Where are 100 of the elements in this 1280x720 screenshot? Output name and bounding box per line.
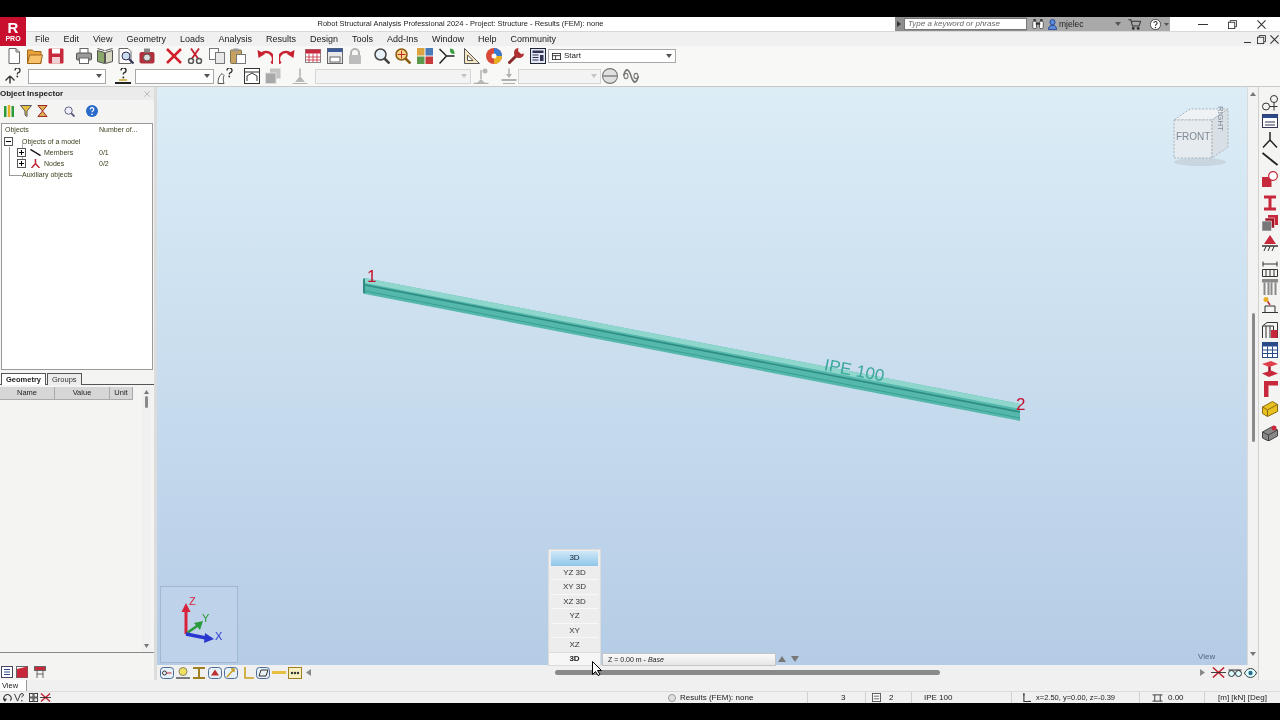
- window-frame-icon[interactable]: [244, 68, 260, 84]
- cross-tool-icon[interactable]: [1211, 667, 1226, 678]
- layout-window-icon[interactable]: [530, 48, 546, 64]
- underline-query-icon[interactable]: [115, 68, 131, 84]
- restore-icon[interactable]: [1257, 34, 1266, 44]
- printer-icon[interactable]: [76, 48, 92, 64]
- minimize-icon[interactable]: [1244, 41, 1251, 43]
- restore-icon[interactable]: [1228, 19, 1237, 29]
- up-arrow-icon[interactable]: [1250, 92, 1256, 96]
- i-beam-icon[interactable]: [1261, 195, 1278, 211]
- search-icon[interactable]: [64, 105, 75, 117]
- expander-plus-icon[interactable]: [17, 148, 26, 157]
- menu-item[interactable]: Loads: [172, 32, 212, 46]
- zoom-icon[interactable]: [374, 48, 390, 64]
- numbering-icon[interactable]: [288, 666, 302, 679]
- layout-dropdown[interactable]: Start: [548, 49, 676, 63]
- zoom-window-icon[interactable]: [395, 48, 411, 64]
- shapes-icon[interactable]: [1261, 171, 1278, 187]
- load-icon[interactable]: [1261, 297, 1278, 313]
- menu-item[interactable]: File: [28, 32, 57, 46]
- connection-block-icon[interactable]: [1261, 425, 1278, 441]
- view-menu-item[interactable]: YZ 3D: [551, 565, 598, 580]
- section-icon[interactable]: [192, 666, 206, 679]
- rotate-icon[interactable]: [3, 693, 12, 702]
- dimension-icon[interactable]: [1261, 261, 1278, 277]
- minimize-icon[interactable]: [1198, 23, 1208, 25]
- redo-icon[interactable]: [279, 48, 295, 64]
- panel-outline-icon[interactable]: [256, 666, 270, 679]
- menu-item[interactable]: Add-Ins: [380, 32, 426, 46]
- tiles-grid-icon[interactable]: [417, 48, 433, 64]
- cart-icon[interactable]: [1128, 18, 1141, 30]
- cross-cut-icon[interactable]: [40, 693, 51, 702]
- delete-icon[interactable]: [166, 48, 182, 64]
- view-menu-item[interactable]: 3D: [551, 551, 598, 566]
- right-arrow-icon[interactable]: [1200, 669, 1205, 676]
- angle-section-icon[interactable]: [1261, 381, 1278, 397]
- print-preview-icon[interactable]: [118, 48, 134, 64]
- structure-query-icon[interactable]: [5, 68, 21, 84]
- eye-icon[interactable]: [1244, 667, 1257, 678]
- stand-icon[interactable]: [34, 665, 46, 678]
- stacked-panels-icon[interactable]: [1261, 215, 1278, 231]
- scrollbar-thumb[interactable]: [1251, 313, 1255, 442]
- down-arrow-icon[interactable]: [144, 644, 149, 648]
- caret-icon[interactable]: [1164, 22, 1169, 26]
- caret-icon[interactable]: [1115, 22, 1121, 26]
- menu-item[interactable]: Community: [503, 32, 564, 46]
- pie-disc-icon[interactable]: [486, 48, 502, 64]
- expander-minus-icon[interactable]: [4, 137, 13, 146]
- steel-beam-icon[interactable]: [1261, 361, 1278, 377]
- hourglass-icon[interactable]: [37, 105, 48, 117]
- menu-item[interactable]: Design: [302, 32, 345, 46]
- calculator-icon[interactable]: [305, 48, 321, 64]
- view-mode-button[interactable]: 3D: [548, 652, 601, 666]
- table-window-icon[interactable]: [1261, 113, 1278, 129]
- member-number-icon[interactable]: [176, 666, 190, 679]
- node-lines-icon[interactable]: [1261, 132, 1278, 148]
- view-menu-item[interactable]: XZ 3D: [551, 594, 598, 609]
- block-icon[interactable]: [1261, 401, 1278, 417]
- paste-icon[interactable]: [230, 48, 246, 64]
- save-icon[interactable]: [48, 48, 64, 64]
- glasses-icon[interactable]: [1228, 668, 1242, 677]
- hand-query-icon[interactable]: [217, 68, 233, 84]
- camera-icon[interactable]: [139, 48, 155, 64]
- search-arrow-icon[interactable]: [897, 21, 901, 27]
- scrollbar-thumb[interactable]: [555, 670, 940, 675]
- help-icon[interactable]: [86, 105, 98, 117]
- close-icon[interactable]: [1270, 34, 1279, 44]
- table-icon[interactable]: [1261, 342, 1278, 358]
- report-window-icon[interactable]: [327, 48, 343, 64]
- search-field[interactable]: Type a keyword or phrase: [904, 18, 1027, 30]
- wrench-icon[interactable]: [508, 48, 524, 64]
- wedge-icon[interactable]: [16, 665, 28, 678]
- frame-icon[interactable]: [1261, 322, 1278, 338]
- left-arrow-icon[interactable]: [306, 669, 311, 676]
- scissors-icon[interactable]: [187, 48, 203, 64]
- expander-plus-icon[interactable]: [17, 159, 26, 168]
- line-icon[interactable]: [1261, 151, 1278, 167]
- view-menu-item[interactable]: XY 3D: [551, 580, 598, 595]
- node-numbering-icon[interactable]: [1261, 95, 1278, 111]
- columns-icon[interactable]: [4, 105, 14, 117]
- menu-item[interactable]: Tools: [345, 32, 380, 46]
- up-arrow-icon[interactable]: [144, 390, 149, 394]
- menu-item[interactable]: Help: [471, 32, 504, 46]
- vertical-scrollbar[interactable]: [142, 387, 151, 651]
- support-symbol-icon[interactable]: [208, 666, 222, 679]
- up-arrow-icon[interactable]: [778, 656, 786, 662]
- scrollbar-thumb[interactable]: [145, 396, 148, 408]
- undo-icon[interactable]: [257, 48, 273, 64]
- node-load-icon[interactable]: [501, 68, 517, 84]
- query-icon[interactable]: [14, 693, 24, 702]
- menu-item[interactable]: View: [86, 32, 120, 46]
- close-icon[interactable]: [1257, 19, 1266, 29]
- menu-item[interactable]: Edit: [56, 32, 87, 46]
- down-arrow-icon[interactable]: [791, 656, 799, 662]
- node-number-icon[interactable]: [160, 666, 174, 679]
- list-icon[interactable]: [1, 665, 13, 678]
- grid-icon[interactable]: [29, 693, 38, 702]
- down-arrow-icon[interactable]: [1250, 652, 1256, 656]
- load-symbol-icon[interactable]: [224, 666, 238, 679]
- support-icon[interactable]: [1261, 235, 1278, 251]
